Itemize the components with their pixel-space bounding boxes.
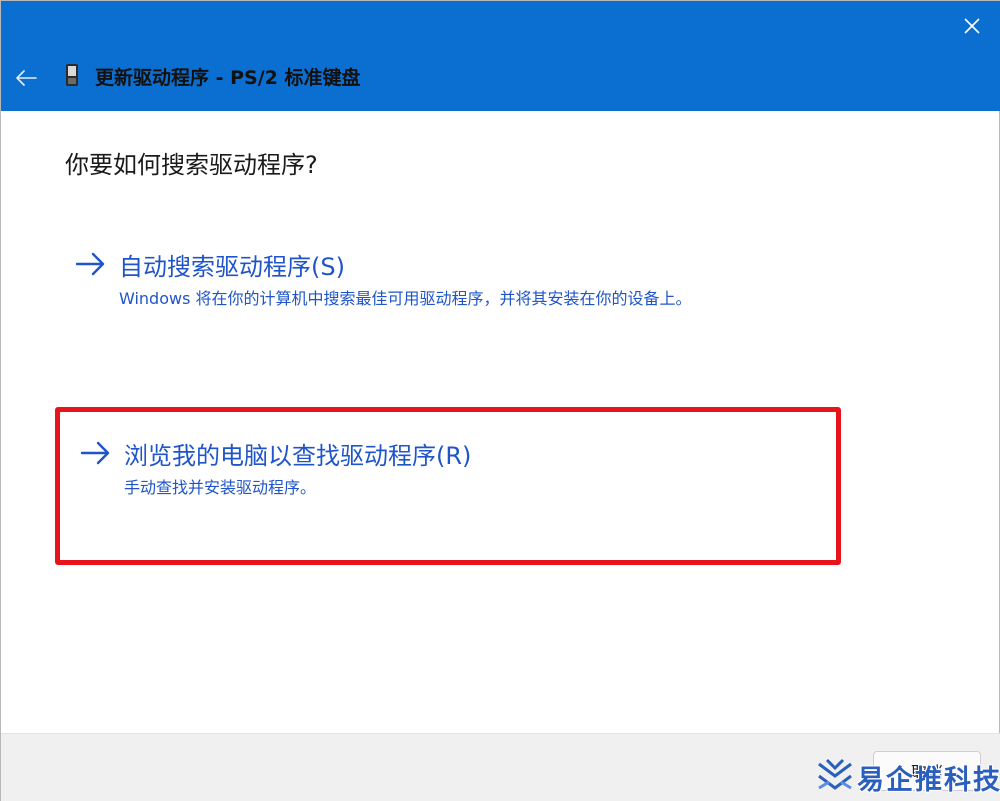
page-heading: 你要如何搜索驱动程序? <box>65 151 318 179</box>
right-arrow-icon <box>80 441 110 465</box>
browse-computer-option[interactable]: 浏览我的电脑以查找驱动程序(R) 手动查找并安装驱动程序。 <box>55 407 841 565</box>
back-button[interactable] <box>9 61 43 95</box>
right-arrow-icon <box>75 252 105 276</box>
auto-search-option[interactable]: 自动搜索驱动程序(S) Windows 将在你的计算机中搜索最佳可用驱动程序，并… <box>55 241 841 321</box>
keyboard-device-icon <box>66 64 78 86</box>
auto-search-title[interactable]: 自动搜索驱动程序(S) <box>119 247 345 282</box>
browse-computer-title[interactable]: 浏览我的电脑以查找驱动程序(R) <box>124 436 471 471</box>
browse-computer-description: 手动查找并安装驱动程序。 <box>124 478 317 497</box>
watermark-text: 易企推科技 <box>857 765 1000 796</box>
watermark-logo-icon <box>818 758 852 790</box>
back-arrow-icon <box>16 70 37 86</box>
title-bar: 更新驱动程序 - PS/2 标准键盘 <box>1 1 1000 111</box>
window-title: 更新驱动程序 - PS/2 标准键盘 <box>95 67 361 89</box>
watermark: 易企推科技 <box>809 752 1000 800</box>
close-button[interactable] <box>955 9 989 43</box>
update-driver-dialog: 更新驱动程序 - PS/2 标准键盘 你要如何搜索驱动程序? 自动搜索驱动程序(… <box>0 0 1000 801</box>
auto-search-description: Windows 将在你的计算机中搜索最佳可用驱动程序，并将其安装在你的设备上。 <box>119 289 692 308</box>
close-icon <box>964 18 980 34</box>
